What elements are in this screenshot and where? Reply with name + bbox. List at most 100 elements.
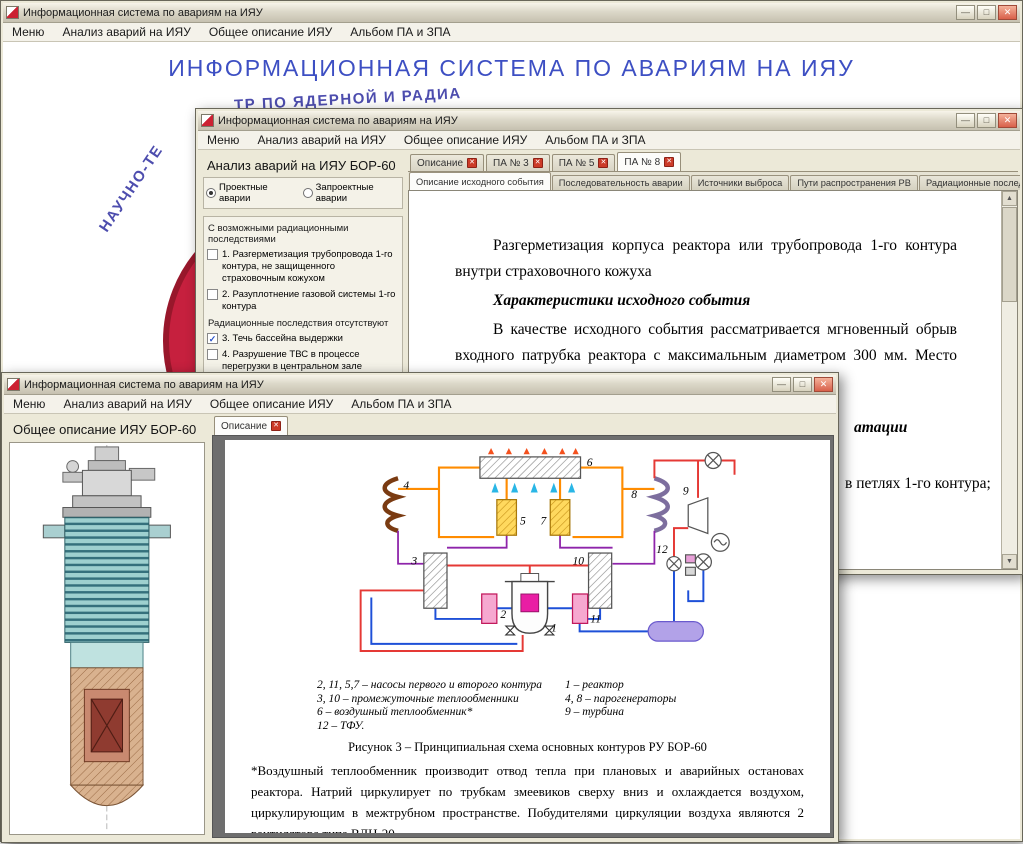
close-button[interactable]: ✕: [998, 5, 1017, 20]
deaerator-tank: [648, 622, 703, 642]
figure-legend: 2, 11, 5,7 – насосы первого и второго ко…: [317, 679, 830, 733]
legend-line: 1 – реактор: [565, 679, 676, 693]
scrollbar[interactable]: ▲ ▼: [1001, 191, 1017, 569]
accident-checkbox-item[interactable]: ✓ 3. Течь бассейна выдержки: [206, 331, 400, 347]
maximize-button[interactable]: □: [977, 113, 996, 128]
accident-checkbox-item[interactable]: ✓ 1. Разгерметизация трубопровода 1-го к…: [206, 247, 400, 287]
steam-generator-4: [384, 478, 397, 531]
diagram-label-1: 1: [551, 621, 557, 634]
scroll-up-button[interactable]: ▲: [1002, 191, 1017, 206]
close-button[interactable]: ✕: [998, 113, 1017, 128]
window-buttons: — □ ✕: [956, 5, 1017, 20]
radio-design-accidents[interactable]: Проектные аварии: [206, 182, 295, 204]
menu-item-album[interactable]: Альбом ПА и ЗПА: [536, 133, 654, 147]
checkbox-icon: ✓: [207, 289, 218, 300]
menu-item-album[interactable]: Альбом ПА и ЗПА: [342, 397, 460, 411]
subtab-radiation-consequences[interactable]: Радиационные последствия: [919, 175, 1020, 190]
tab-pa-8[interactable]: ПА № 8 ✕: [617, 152, 681, 171]
menu-item-menu[interactable]: Меню: [4, 397, 54, 411]
titlebar[interactable]: Информационная система по авариям на ИЯУ…: [3, 3, 1020, 23]
tab-pa-3[interactable]: ПА № 3 ✕: [486, 154, 550, 171]
minimize-button[interactable]: —: [772, 377, 791, 392]
radio-icon: [206, 188, 216, 198]
titlebar[interactable]: Информационная система по авариям на ИЯУ…: [198, 111, 1020, 131]
menu-item-general-description[interactable]: Общее описание ИЯУ: [201, 397, 342, 411]
pump-7: [550, 500, 570, 536]
subtab-rv-propagation-paths[interactable]: Пути распространения РВ: [790, 175, 918, 190]
window-general-description: Информационная система по авариям на ИЯУ…: [1, 372, 839, 843]
menu-item-general-description[interactable]: Общее описание ИЯУ: [200, 25, 341, 39]
intermediate-hx-10: [588, 553, 611, 608]
maximize-button[interactable]: □: [793, 377, 812, 392]
tab-pa-5[interactable]: ПА № 5 ✕: [552, 154, 616, 171]
turbine-9: [688, 452, 729, 570]
document-subtabs: Описание исходного события Последователь…: [408, 171, 1018, 190]
accident-label: 3. Течь бассейна выдержки: [222, 333, 343, 345]
menu-bar: Меню Анализ аварий на ИЯУ Общее описание…: [3, 23, 1020, 42]
radio-label: Запроектные аварии: [316, 182, 400, 204]
subtab-release-sources[interactable]: Источники выброса: [691, 175, 790, 190]
minimize-button[interactable]: —: [956, 5, 975, 20]
scrollbar-thumb[interactable]: [1002, 207, 1017, 302]
menu-item-accident-analysis[interactable]: Анализ аварий на ИЯУ: [248, 133, 394, 147]
app-heading: ИНФОРМАЦИОННАЯ СИСТЕМА ПО АВАРИЯМ НА ИЯУ: [3, 55, 1020, 82]
air-heat-exchanger-6: [479, 448, 580, 493]
tab-description[interactable]: Описание ✕: [214, 416, 288, 435]
pump-11: [572, 594, 587, 623]
diagram-label-12: 12: [656, 543, 668, 556]
document-tabs: Описание ✕: [212, 416, 834, 435]
overview-panel-title: Общее описание ИЯУ БОР-60: [6, 416, 208, 441]
doc-text-fragment: атации: [854, 419, 907, 437]
legend-line: 12 – ТФУ.: [317, 720, 565, 734]
diagram-label-9: 9: [682, 484, 688, 497]
diagram-label-11: 11: [590, 612, 601, 625]
menu-item-menu[interactable]: Меню: [198, 133, 248, 147]
tab-close-icon[interactable]: ✕: [467, 158, 477, 168]
reactor-svg: [14, 443, 200, 834]
menu-item-accident-analysis[interactable]: Анализ аварий на ИЯУ: [53, 25, 199, 39]
radio-label: Проектные аварии: [219, 182, 295, 204]
steam-generator-8: [654, 478, 667, 531]
tab-close-icon[interactable]: ✕: [271, 421, 281, 431]
legend-line: 9 – турбина: [565, 706, 676, 720]
figure-footnote: *Воздушный теплообменник производит отво…: [251, 760, 804, 833]
app-icon: [7, 378, 20, 391]
diagram-label-8: 8: [631, 488, 637, 501]
checkbox-icon: ✓: [207, 249, 218, 260]
tab-description[interactable]: Описание ✕: [410, 154, 484, 171]
diagram-label-3: 3: [410, 555, 417, 568]
tab-close-icon[interactable]: ✕: [598, 158, 608, 168]
overview-document-area: Описание ✕: [212, 416, 834, 838]
subtab-accident-sequence[interactable]: Последовательность аварии: [552, 175, 690, 190]
checkbox-icon: ✓: [207, 349, 218, 360]
radio-icon: [303, 188, 313, 198]
reactor-circuit-diagram: 1 2 3 4 5 6 7 8 9 10 11: [305, 448, 751, 675]
doc-text-fragment: в петлях 1-го контура;: [845, 475, 991, 493]
radio-beyond-design-accidents[interactable]: Запроектные аварии: [303, 182, 400, 204]
tab-close-icon[interactable]: ✕: [533, 158, 543, 168]
menu-bar: Меню Анализ аварий на ИЯУ Общее описание…: [4, 395, 836, 414]
accident-checkbox-item[interactable]: ✓ 2. Разуплотнение газовой системы 1-го …: [206, 287, 400, 315]
diagram-label-5: 5: [519, 515, 525, 528]
minimize-button[interactable]: —: [956, 113, 975, 128]
diagram-label-2: 2: [500, 608, 506, 621]
scroll-down-button[interactable]: ▼: [1002, 554, 1017, 569]
tab-close-icon[interactable]: ✕: [664, 157, 674, 167]
maximize-button[interactable]: □: [977, 5, 996, 20]
menu-bar: Меню Анализ аварий на ИЯУ Общее описание…: [198, 131, 1020, 150]
tfu-12: [666, 555, 694, 575]
menu-item-album[interactable]: Альбом ПА и ЗПА: [341, 25, 459, 39]
accident-label: 2. Разуплотнение газовой системы 1-го ко…: [222, 289, 399, 313]
diagram-label-4: 4: [403, 479, 409, 492]
menu-item-accident-analysis[interactable]: Анализ аварий на ИЯУ: [54, 397, 200, 411]
checkbox-icon: ✓: [207, 333, 218, 344]
accident-checkbox-item[interactable]: ✓ 4. Разрушение ТВС в процессе перегрузк…: [206, 347, 400, 375]
titlebar[interactable]: Информационная система по авариям на ИЯУ…: [4, 375, 836, 395]
figure-caption: Рисунок 3 – Принципиальная схема основны…: [225, 740, 830, 755]
subtab-initial-event[interactable]: Описание исходного события: [409, 172, 551, 190]
menu-item-general-description[interactable]: Общее описание ИЯУ: [395, 133, 536, 147]
menu-item-menu[interactable]: Меню: [3, 25, 53, 39]
accident-label: 1. Разгерметизация трубопровода 1-го кон…: [222, 249, 399, 285]
window-buttons: — □ ✕: [956, 113, 1017, 128]
close-button[interactable]: ✕: [814, 377, 833, 392]
